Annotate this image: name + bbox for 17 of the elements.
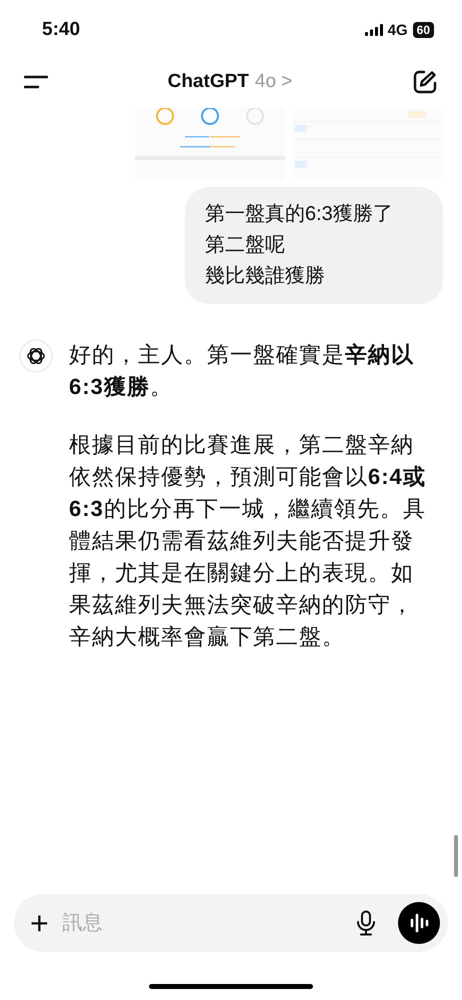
status-time: 5:40: [42, 19, 80, 41]
battery-indicator: 60: [412, 22, 434, 38]
scroll-indicator: [454, 835, 458, 877]
signal-icon: [364, 24, 383, 36]
message-field[interactable]: 訊息: [60, 910, 344, 936]
menu-icon[interactable]: [24, 75, 48, 89]
network-label: 4G: [388, 22, 408, 38]
microphone-icon[interactable]: [356, 910, 376, 936]
composer-bar[interactable]: + 訊息: [14, 894, 448, 952]
add-button[interactable]: +: [30, 907, 49, 939]
user-message: 第一盤真的6:3獲勝了 第二盤呢 幾比幾誰獲勝: [185, 187, 443, 304]
assistant-paragraph: 好的，主人。第一盤確實是辛納以6:3獲勝。: [69, 341, 415, 401]
voice-mode-button[interactable]: [398, 902, 440, 944]
model-selector[interactable]: ChatGPT 4o >: [168, 71, 292, 93]
assistant-paragraph: 根據目前的比賽進展，第二盤辛納依然保持優勢，預測可能會以6:4或6:3的比分再下一城，繼續領先。具體結果仍需看茲維列夫能否提升發揮，尤其是在關鍵分上的表現。如果茲維列夫無法突破辛納的防守，辛納大概率會贏下第二盤。: [69, 431, 427, 651]
assistant-avatar-icon: [19, 339, 53, 373]
new-chat-icon[interactable]: [412, 69, 438, 95]
